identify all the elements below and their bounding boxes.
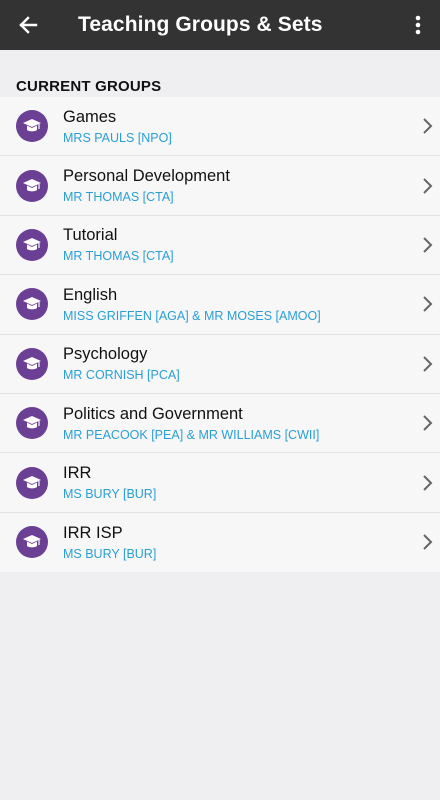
graduation-cap-icon: [16, 288, 48, 321]
group-texts: Psychology MR CORNISH [PCA]: [63, 344, 180, 383]
group-texts: IRR ISP MS BURY [BUR]: [63, 523, 156, 562]
more-vert-icon: [415, 15, 421, 35]
group-texts: Tutorial MR THOMAS [CTA]: [63, 225, 174, 264]
graduation-cap-icon: [16, 228, 48, 261]
graduation-cap-icon: [16, 526, 48, 559]
group-name: Tutorial: [63, 226, 118, 245]
graduation-cap-icon: [16, 347, 48, 380]
group-row-1[interactable]: Games MRS PAULS [NPO]: [0, 97, 440, 157]
arrow-back-icon: [19, 16, 38, 34]
group-row-3[interactable]: Tutorial MR THOMAS [CTA]: [0, 215, 440, 276]
graduation-cap-icon: [16, 466, 48, 499]
back-button[interactable]: [0, 0, 56, 50]
group-texts: IRR MS BURY [BUR]: [63, 463, 156, 502]
graduation-cap-icon: [16, 169, 48, 202]
chevron-right-icon: [423, 118, 433, 134]
overflow-menu-button[interactable]: [400, 0, 436, 50]
chevron-right-icon: [423, 474, 433, 491]
page-title: Teaching Groups & Sets: [78, 13, 323, 36]
group-teacher: MISS GRIFFEN [AGA] & MR MOSES [AMOO]: [63, 308, 321, 323]
group-teacher: MS BURY [BUR]: [63, 487, 157, 502]
group-name: English: [63, 285, 118, 304]
group-name: Psychology: [63, 345, 148, 364]
group-name: Politics and Government: [63, 404, 243, 423]
group-row-5[interactable]: Psychology MR CORNISH [PCA]: [0, 334, 440, 394]
chevron-right-icon: [423, 415, 433, 431]
group-name: Personal Development: [63, 167, 230, 186]
chevron-right-icon: [423, 296, 433, 313]
chevron-right-icon: [423, 356, 433, 372]
group-row-7[interactable]: IRR MS BURY [BUR]: [0, 453, 440, 513]
graduation-cap-icon: [16, 110, 48, 143]
group-row-2[interactable]: Personal Development MR THOMAS [CTA]: [0, 156, 440, 216]
group-teacher: MRS PAULS [NPO]: [63, 130, 172, 145]
group-texts: Personal Development MR THOMAS [CTA]: [63, 166, 230, 205]
app-bar: Teaching Groups & Sets: [0, 0, 440, 50]
chevron-right-icon: [423, 534, 433, 551]
group-name: Games: [63, 107, 117, 126]
group-teacher: MR CORNISH [PCA]: [63, 368, 180, 383]
chevron-right-icon: [423, 177, 433, 194]
group-teacher: MR THOMAS [CTA]: [63, 190, 174, 205]
groups-list: Games MRS PAULS [NPO] Personal Developme…: [0, 97, 440, 573]
group-texts: Politics and Government MR PEACOOK [PEA]…: [63, 404, 319, 443]
group-teacher: MR PEACOOK [PEA] & MR WILLIAMS [CWII]: [63, 427, 320, 442]
graduation-cap-icon: [16, 407, 48, 440]
group-texts: Games MRS PAULS [NPO]: [63, 107, 172, 146]
group-teacher: MR THOMAS [CTA]: [63, 249, 174, 264]
chevron-right-icon: [423, 237, 433, 253]
group-texts: English MISS GRIFFEN [AGA] & MR MOSES [A…: [63, 285, 321, 324]
group-row-8[interactable]: IRR ISP MS BURY [BUR]: [0, 512, 440, 573]
group-teacher: MS BURY [BUR]: [63, 546, 157, 561]
group-name: IRR: [63, 464, 92, 483]
group-name: IRR ISP: [63, 523, 123, 542]
group-row-6[interactable]: Politics and Government MR PEACOOK [PEA]…: [0, 393, 440, 454]
group-row-4[interactable]: English MISS GRIFFEN [AGA] & MR MOSES [A…: [0, 275, 440, 335]
